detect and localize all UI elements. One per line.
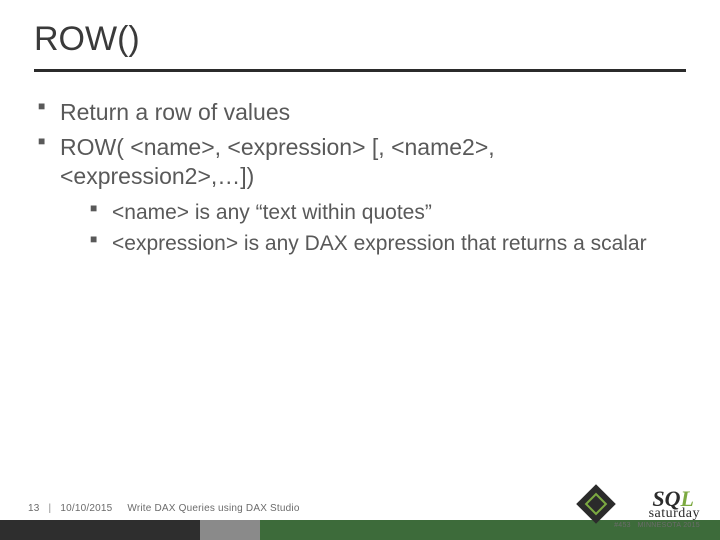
footer-meta: 13 | 10/10/2015 Write DAX Queries using … xyxy=(28,503,300,514)
event-logo: SQL saturday #453 MINNESOTA 2015 xyxy=(568,488,700,536)
logo-saturday: saturday xyxy=(649,506,700,522)
footer-bar-seg xyxy=(200,520,260,540)
sub-bullet-item: <expression> is any DAX expression that … xyxy=(90,231,686,258)
bullet-item: ROW( <name>, <expression> [, <name2>, <e… xyxy=(38,133,686,258)
footer-date: 10/10/2015 xyxy=(60,503,112,514)
footer: 13 | 10/10/2015 Write DAX Queries using … xyxy=(0,494,720,540)
footer-subject: Write DAX Queries using DAX Studio xyxy=(127,503,299,514)
bullet-text: ROW( <name>, <expression> [, <name2>, <e… xyxy=(60,134,495,189)
slide-title: ROW() xyxy=(34,20,686,65)
footer-bar-seg xyxy=(0,520,200,540)
slide: ROW() Return a row of values ROW( <name>… xyxy=(0,0,720,540)
pass-badge-icon xyxy=(576,484,616,524)
page-number: 13 xyxy=(28,503,40,514)
title-rule xyxy=(34,69,686,72)
sub-bullet-list: <name> is any “text within quotes” <expr… xyxy=(60,200,686,258)
bullet-list: Return a row of values ROW( <name>, <exp… xyxy=(34,98,686,258)
bullet-item: Return a row of values xyxy=(38,98,686,127)
logo-tagline: #453 MINNESOTA 2015 xyxy=(614,522,700,529)
separator: | xyxy=(49,503,52,514)
sub-bullet-item: <name> is any “text within quotes” xyxy=(90,200,686,227)
